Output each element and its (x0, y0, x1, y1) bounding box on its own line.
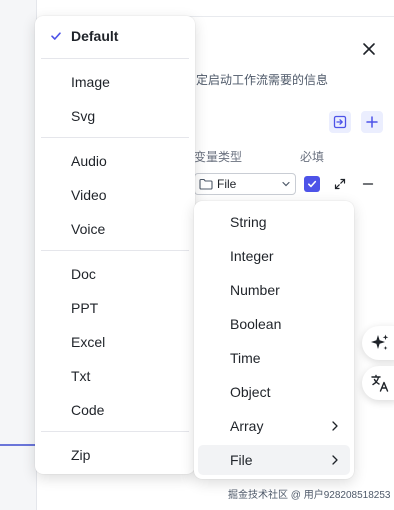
menu-item-string[interactable]: String (198, 207, 350, 237)
menu-item-txt[interactable]: Txt (39, 361, 191, 391)
menu-item-image[interactable]: Image (39, 67, 191, 97)
menu-item-label: String (230, 214, 267, 230)
menu-item-video[interactable]: Video (39, 180, 191, 210)
menu-item-number[interactable]: Number (198, 275, 350, 305)
panel-divider (180, 16, 394, 17)
menu-item-label: Video (71, 187, 107, 203)
menu-item-label: PPT (71, 300, 99, 316)
menu-item-label: Zip (71, 447, 91, 463)
file-format-menu: Default Image Svg Audio Video Voice Doc … (35, 16, 195, 474)
menu-item-label: Boolean (230, 316, 282, 332)
menu-item-label: File (230, 452, 253, 468)
expand-button[interactable] (333, 177, 347, 191)
check-icon (51, 32, 61, 40)
column-header-type: 变量类型 (194, 150, 243, 164)
translate-button[interactable] (362, 366, 394, 400)
folder-icon (199, 178, 213, 190)
menu-item-integer[interactable]: Integer (198, 241, 350, 271)
close-icon (363, 43, 375, 55)
menu-item-label: Audio (71, 153, 107, 169)
variable-type-value: File (217, 177, 237, 191)
menu-divider (41, 137, 189, 138)
menu-item-voice[interactable]: Voice (39, 214, 191, 244)
menu-item-label: Number (230, 282, 280, 298)
menu-item-array[interactable]: Array (198, 411, 350, 441)
minus-icon (362, 183, 374, 185)
menu-divider (41, 431, 189, 432)
canvas-edge-line (0, 444, 36, 446)
checkmark-icon (308, 180, 317, 188)
menu-item-label: Array (230, 418, 264, 434)
close-button[interactable] (358, 38, 380, 60)
watermark: 掘金技术社区 @ 用户928208518253 (228, 490, 391, 501)
menu-item-label: Excel (71, 334, 106, 350)
menu-item-label: Image (71, 74, 110, 90)
add-variable-button[interactable] (361, 111, 383, 133)
remove-button[interactable] (361, 177, 375, 191)
menu-item-label: Svg (71, 108, 96, 124)
menu-item-file[interactable]: File (198, 445, 350, 475)
panel-subtitle: 定启动工作流需要的信息 (196, 73, 329, 87)
chevron-right-icon (332, 455, 338, 465)
menu-item-label: Integer (230, 248, 274, 264)
expand-icon (334, 178, 346, 190)
variable-type-select[interactable]: File (194, 173, 296, 195)
menu-item-excel[interactable]: Excel (39, 327, 191, 357)
menu-item-doc[interactable]: Doc (39, 259, 191, 289)
menu-item-label: Time (230, 350, 261, 366)
menu-item-code[interactable]: Code (39, 395, 191, 425)
import-icon (333, 115, 347, 129)
menu-item-ppt[interactable]: PPT (39, 293, 191, 323)
menu-item-label: Doc (71, 266, 96, 282)
required-checkbox[interactable] (304, 176, 320, 192)
menu-item-time[interactable]: Time (198, 343, 350, 373)
translate-icon (371, 374, 389, 392)
menu-item-label: Object (230, 384, 271, 400)
column-header-required: 必填 (300, 150, 325, 164)
chevron-right-icon (332, 421, 338, 431)
variable-type-menu: String Integer Number Boolean Time Objec… (194, 201, 354, 479)
ai-assist-button[interactable] (362, 326, 394, 360)
plus-icon (366, 116, 378, 128)
menu-item-label: Default (71, 28, 119, 44)
menu-item-default[interactable]: Default (39, 21, 191, 51)
menu-divider (41, 58, 189, 59)
menu-item-svg[interactable]: Svg (39, 101, 191, 131)
menu-item-audio[interactable]: Audio (39, 146, 191, 176)
menu-item-label: Code (71, 402, 105, 418)
background-left (0, 0, 36, 510)
menu-item-label: Voice (71, 221, 106, 237)
chevron-down-icon (282, 181, 290, 187)
menu-item-object[interactable]: Object (198, 377, 350, 407)
menu-item-boolean[interactable]: Boolean (198, 309, 350, 339)
sparkle-icon (371, 334, 389, 350)
menu-divider (41, 250, 189, 251)
menu-item-label: Txt (71, 368, 91, 384)
import-button[interactable] (329, 111, 351, 133)
menu-item-zip[interactable]: Zip (39, 440, 191, 470)
